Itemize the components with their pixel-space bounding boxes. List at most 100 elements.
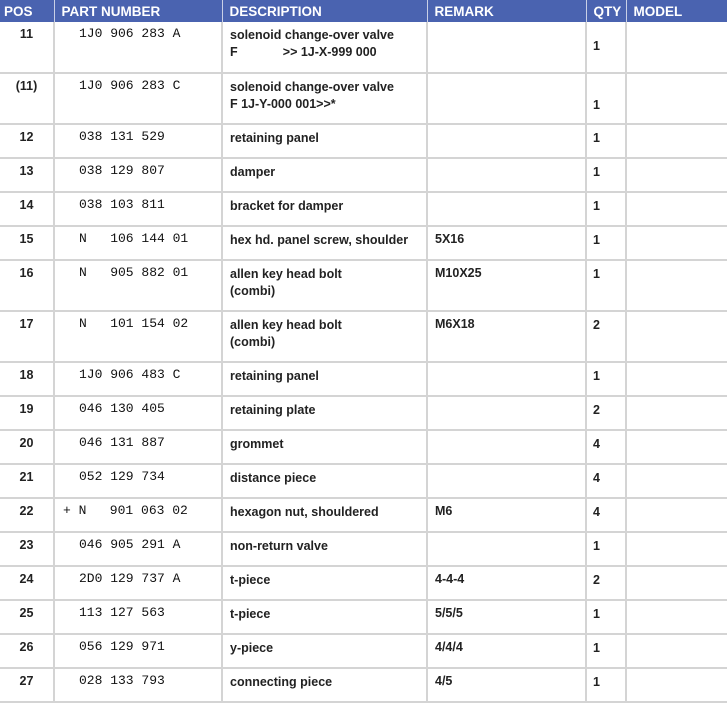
description-line: t-piece bbox=[230, 573, 271, 587]
cell-part-number[interactable]: 052 129 734 bbox=[54, 464, 223, 499]
cell-pos: 12 bbox=[0, 124, 55, 159]
table-row[interactable]: 25 113 127 563 t-piece 5/5/5 1 bbox=[0, 600, 727, 635]
table-row[interactable]: 17 N 101 154 02 allen key head bolt (combi)… bbox=[0, 311, 727, 363]
cell-remark bbox=[427, 362, 587, 397]
cell-pos: (11) bbox=[0, 73, 55, 125]
cell-qty: 1 bbox=[586, 158, 627, 193]
cell-description: non-return valve bbox=[222, 532, 428, 567]
cell-pos: 22 bbox=[0, 498, 55, 533]
table-row[interactable]: (11) 1J0 906 283 C solenoid change-over va… bbox=[0, 73, 727, 125]
cell-part-number[interactable]: 038 103 811 bbox=[54, 192, 223, 227]
table-row[interactable]: 23 046 905 291 A non-return valve 1 bbox=[0, 532, 727, 567]
cell-model bbox=[626, 464, 727, 499]
cell-qty: 2 bbox=[586, 566, 627, 601]
description-line: grommet bbox=[230, 437, 284, 451]
cell-remark: M6 bbox=[427, 498, 587, 533]
table-row[interactable]: 21 052 129 734 distance piece 4 bbox=[0, 464, 727, 499]
cell-remark bbox=[427, 532, 587, 567]
cell-part-number[interactable]: N 905 882 01 bbox=[54, 260, 223, 312]
cell-part-number[interactable]: + N 901 063 02 bbox=[54, 498, 223, 533]
cell-part-number[interactable]: 1J0 906 283 A bbox=[54, 22, 223, 74]
cell-qty: 4 bbox=[586, 498, 627, 533]
cell-remark bbox=[427, 22, 587, 74]
header-model[interactable]: MODEL bbox=[626, 0, 727, 22]
cell-model bbox=[626, 226, 727, 261]
cell-pos: 25 bbox=[0, 600, 55, 635]
cell-part-number[interactable]: 046 130 405 bbox=[54, 396, 223, 431]
table-row[interactable]: 27 028 133 793 connecting piece 4/5 1 bbox=[0, 668, 727, 703]
cell-part-number[interactable]: N 101 154 02 bbox=[54, 311, 223, 363]
cell-part-number[interactable]: 038 131 529 bbox=[54, 124, 223, 159]
cell-qty: 1 bbox=[586, 634, 627, 669]
cell-remark: 5X16 bbox=[427, 226, 587, 261]
cell-description: hex hd. panel screw, shoulder bbox=[222, 226, 428, 261]
table-row[interactable]: 16 N 905 882 01 allen key head bolt (combi)… bbox=[0, 260, 727, 312]
cell-qty: 4 bbox=[586, 464, 627, 499]
table-row[interactable]: 22 + N 901 063 02 hexagon nut, shouldered M… bbox=[0, 498, 727, 533]
cell-part-number[interactable]: 046 905 291 A bbox=[54, 532, 223, 567]
cell-model bbox=[626, 430, 727, 465]
cell-model bbox=[626, 600, 727, 635]
description-line: non-return valve bbox=[230, 539, 328, 553]
cell-qty: 1 bbox=[586, 22, 627, 74]
cell-remark bbox=[427, 464, 587, 499]
cell-qty: 1 bbox=[586, 362, 627, 397]
cell-part-number[interactable]: 028 133 793 bbox=[54, 668, 223, 703]
cell-description: retaining panel bbox=[222, 362, 428, 397]
header-pos[interactable]: POS bbox=[0, 0, 55, 22]
description-line: connecting piece bbox=[230, 675, 333, 689]
table-row[interactable]: 15 N 106 144 01 hex hd. panel screw, shoul… bbox=[0, 226, 727, 261]
cell-remark bbox=[427, 192, 587, 227]
cell-description: retaining panel bbox=[222, 124, 428, 159]
cell-pos: 19 bbox=[0, 396, 55, 431]
table-row[interactable]: 26 056 129 971 y-piece 4/4/4 1 bbox=[0, 634, 727, 669]
cell-qty: 4 bbox=[586, 430, 627, 465]
cell-part-number[interactable]: 113 127 563 bbox=[54, 600, 223, 635]
cell-part-number[interactable]: 1J0 906 283 C bbox=[54, 73, 223, 125]
cell-pos: 23 bbox=[0, 532, 55, 567]
cell-part-number[interactable]: 046 131 887 bbox=[54, 430, 223, 465]
cell-qty: 1 bbox=[586, 124, 627, 159]
cell-qty: 1 bbox=[586, 192, 627, 227]
cell-model bbox=[626, 192, 727, 227]
description-line: solenoid change-over valve bbox=[230, 80, 394, 94]
cell-qty: 1 bbox=[586, 260, 627, 312]
cell-part-number[interactable]: 056 129 971 bbox=[54, 634, 223, 669]
table-row[interactable]: 18 1J0 906 483 C retaining panel 1 bbox=[0, 362, 727, 397]
header-description[interactable]: DESCRIPTION bbox=[222, 0, 428, 22]
table-row[interactable]: 14 038 103 811 bracket for damper 1 bbox=[0, 192, 727, 227]
table-row[interactable]: 11 1J0 906 283 Asolenoid change-over valv… bbox=[0, 22, 727, 74]
cell-description: bracket for damper bbox=[222, 192, 428, 227]
parts-table: POS PART NUMBER DESCRIPTION REMARK QTY M… bbox=[0, 0, 727, 703]
cell-part-number[interactable]: 1J0 906 483 C bbox=[54, 362, 223, 397]
cell-pos: 24 bbox=[0, 566, 55, 601]
cell-description: solenoid change-over valve F >> 1J-X-999 … bbox=[222, 22, 428, 74]
description-line: t-piece bbox=[230, 607, 271, 621]
cell-part-number[interactable]: 038 129 807 bbox=[54, 158, 223, 193]
description-line: y-piece bbox=[230, 641, 274, 655]
cell-qty: 1 bbox=[586, 73, 627, 125]
table-row[interactable]: 12 038 131 529 retaining panel 1 bbox=[0, 124, 727, 159]
table-row[interactable]: 20 046 131 887 grommet 4 bbox=[0, 430, 727, 465]
cell-qty: 1 bbox=[586, 226, 627, 261]
description-line-2: (combi) bbox=[230, 335, 276, 349]
description-line-2: F >> 1J-X-999 000 bbox=[230, 45, 377, 59]
cell-qty: 1 bbox=[586, 600, 627, 635]
cell-model bbox=[626, 73, 727, 125]
description-line-2: F 1J-Y-000 001>>* bbox=[230, 97, 336, 111]
description-line: solenoid change-over valve bbox=[230, 28, 394, 42]
cell-part-number[interactable]: N 106 144 01 bbox=[54, 226, 223, 261]
table-row[interactable]: 13 038 129 807 damper 1 bbox=[0, 158, 727, 193]
description-line: allen key head bolt bbox=[230, 318, 342, 332]
table-row[interactable]: 19 046 130 405 retaining plate 2 bbox=[0, 396, 727, 431]
cell-part-number[interactable]: 2D0 129 737 A bbox=[54, 566, 223, 601]
description-line: retaining panel bbox=[230, 369, 319, 383]
cell-remark bbox=[427, 73, 587, 125]
table-row[interactable]: 24 2D0 129 737 A t-piece 4-4-4 2 bbox=[0, 566, 727, 601]
header-qty[interactable]: QTY bbox=[586, 0, 627, 22]
cell-model bbox=[626, 668, 727, 703]
description-line: retaining panel bbox=[230, 131, 319, 145]
header-remark[interactable]: REMARK bbox=[427, 0, 587, 22]
cell-qty: 1 bbox=[586, 668, 627, 703]
header-part-number[interactable]: PART NUMBER bbox=[54, 0, 223, 22]
